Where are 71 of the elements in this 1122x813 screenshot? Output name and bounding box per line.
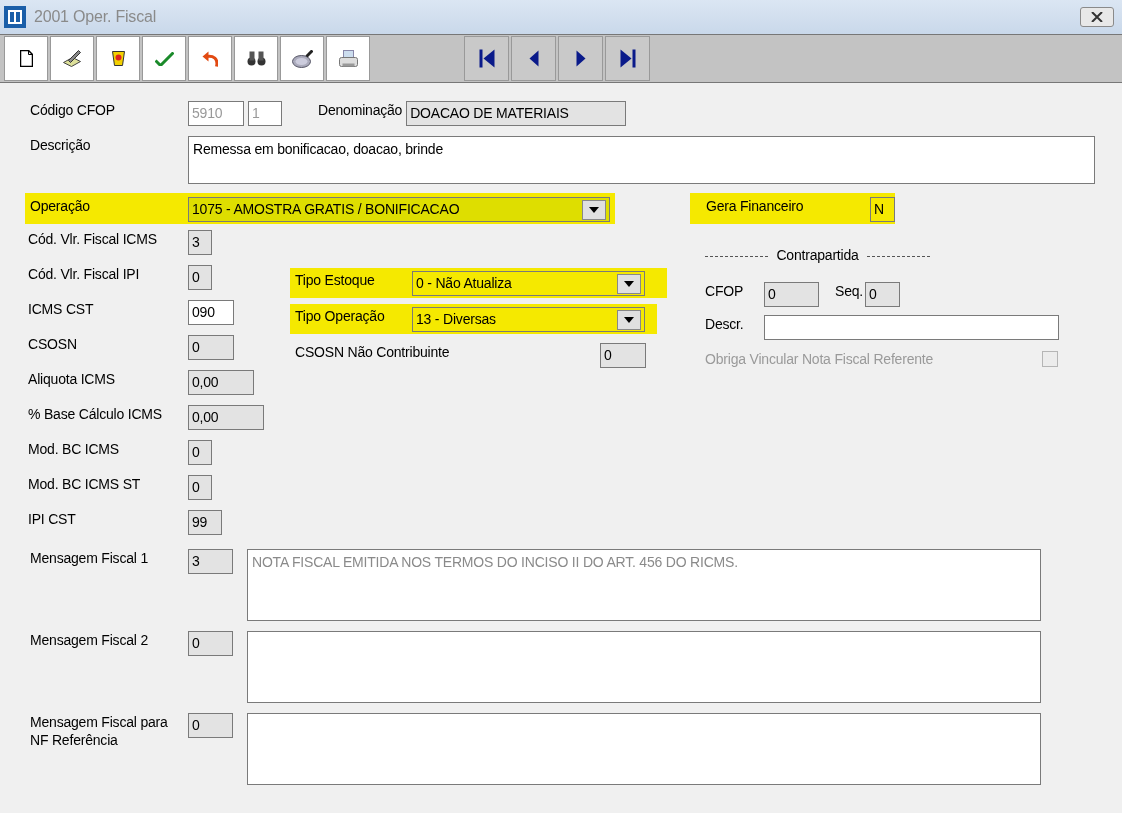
field-label: Mod. BC ICMS ST <box>28 475 142 493</box>
caret-icon <box>624 316 634 323</box>
text-area[interactable] <box>247 713 1041 785</box>
navigation-button[interactable] <box>464 36 509 81</box>
field-label: Aliquota ICMS <box>28 370 116 388</box>
navigation-button[interactable] <box>558 36 603 81</box>
field-label: Gera Financeiro <box>706 197 805 215</box>
input-field[interactable]: 0 <box>188 335 234 360</box>
input-field[interactable]: 0 <box>188 713 233 738</box>
first-record-icon <box>478 49 495 68</box>
field-label: Denominação <box>318 101 403 119</box>
field-label: ICMS CST <box>28 300 95 318</box>
input-field[interactable]: 0 <box>188 440 212 465</box>
checkmark-icon <box>154 51 174 66</box>
field-label: CFOP <box>705 282 745 300</box>
field-label: Código CFOP <box>30 101 116 119</box>
input-field[interactable]: 0,00 <box>188 370 254 395</box>
field-label: Seq. <box>835 282 863 300</box>
caret-icon <box>624 280 634 287</box>
close-icon <box>1091 12 1103 22</box>
field-label: Cód. Vlr. Fiscal IPI <box>28 265 141 283</box>
input-field[interactable]: 0 <box>188 475 212 500</box>
input-field[interactable]: 0 <box>865 282 900 307</box>
window-title: 2001 Oper. Fiscal <box>34 7 156 27</box>
input-field[interactable]: 3 <box>188 230 212 255</box>
field-label: Tipo Operação <box>295 307 386 325</box>
last-record-icon <box>619 49 636 68</box>
app-logo-icon <box>4 6 26 28</box>
input-field[interactable]: 090 <box>188 300 234 325</box>
close-button[interactable] <box>1080 7 1114 27</box>
field-label: Mod. BC ICMS <box>28 440 120 458</box>
field-label: CSOSN Não Contribuinte <box>295 343 451 361</box>
input-field[interactable]: 99 <box>188 510 222 535</box>
navigation-button[interactable] <box>511 36 556 81</box>
field-label: Tipo Estoque <box>295 271 376 289</box>
field-label: Cód. Vlr. Fiscal ICMS <box>28 230 158 248</box>
printer-icon <box>338 50 358 67</box>
navigation-button[interactable] <box>605 36 650 81</box>
input-field[interactable]: 0 <box>188 631 233 656</box>
field-label: Descr. <box>705 315 745 333</box>
text-area[interactable] <box>247 631 1041 703</box>
binoculars-icon <box>246 51 266 66</box>
toolbar-button[interactable] <box>234 36 278 81</box>
previous-icon <box>528 50 539 67</box>
input-field[interactable]: 0,00 <box>188 405 264 430</box>
section-title: Contrapartida <box>776 246 859 264</box>
document-icon <box>19 50 33 67</box>
caret-icon <box>589 206 599 213</box>
checkbox-label: Obriga Vincular Nota Fiscal Referente <box>705 350 934 368</box>
field-label: Descrição <box>30 136 92 154</box>
toolbar-button[interactable] <box>4 36 48 81</box>
field-label: Mensagem Fiscal para NF Referência <box>30 713 169 749</box>
field-label: CSOSN <box>28 335 78 353</box>
field-label: % Base Cálculo ICMS <box>28 405 163 423</box>
input-field[interactable]: N <box>870 197 895 222</box>
field-label: IPI CST <box>28 510 77 528</box>
input-field[interactable]: 0 <box>764 282 819 307</box>
dropdown[interactable]: 0 - Não Atualiza <box>412 271 645 296</box>
field-label: Mensagem Fiscal 1 <box>30 549 149 567</box>
field-label: Operação <box>30 197 91 215</box>
input-field[interactable]: DOACAO DE MATERIAIS <box>406 101 627 126</box>
dropdown[interactable]: 1075 - AMOSTRA GRATIS / BONIFICACAO <box>188 197 610 222</box>
input-field[interactable]: 0 <box>600 343 646 368</box>
next-icon <box>575 50 586 67</box>
undo-arrow-icon <box>202 50 218 67</box>
input-field[interactable] <box>764 315 1059 340</box>
input-field[interactable]: 0 <box>188 265 212 290</box>
text-area[interactable]: Remessa em bonificacao, doacao, brinde <box>188 136 1095 184</box>
dropdown[interactable]: 13 - Diversas <box>412 307 645 332</box>
field-label: Mensagem Fiscal 2 <box>30 631 149 649</box>
pencil-icon <box>63 50 81 67</box>
